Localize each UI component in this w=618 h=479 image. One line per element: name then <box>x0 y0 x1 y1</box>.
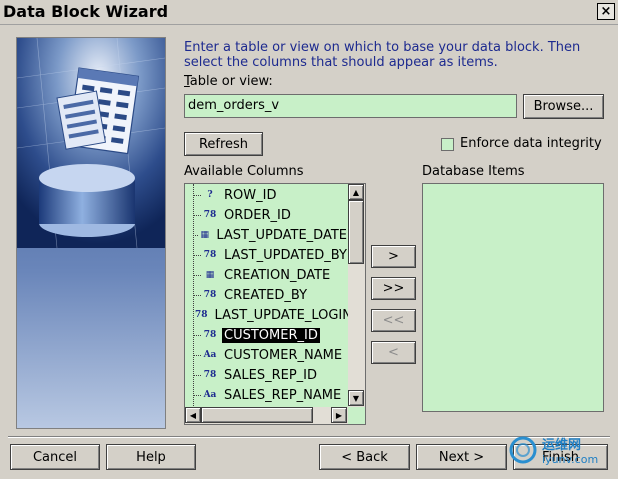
enforce-data-integrity-checkbox[interactable] <box>441 138 454 151</box>
arrow-left-icon: ◀ <box>189 410 197 420</box>
column-item-label: ORDER_ID <box>224 207 291 223</box>
horizontal-scroll-thumb[interactable] <box>201 407 313 423</box>
available-columns-viewport: ? ROW_ID 78 ORDER_ID ▦ LAST_UPDATE_DATE 78 LAST… <box>185 184 348 407</box>
number-type-icon: 78 <box>203 330 217 340</box>
window-title: Data Block Wizard <box>3 2 169 21</box>
vertical-scroll-thumb[interactable] <box>348 200 364 264</box>
arrow-down-icon: ▼ <box>352 393 360 403</box>
number-type-icon: 78 <box>203 370 217 380</box>
date-type-icon: ▦ <box>200 230 210 240</box>
tree-branch <box>193 394 201 396</box>
database-illustration-icon <box>17 38 165 428</box>
column-item[interactable]: 78 LAST_UPDATE_LOGIN <box>193 305 348 325</box>
tree-branch <box>193 234 199 236</box>
column-item-label: SALES_REP_ID <box>224 367 318 383</box>
help-button[interactable]: Help <box>106 444 196 470</box>
tree-branch <box>193 334 201 336</box>
wizard-illustration <box>16 37 166 429</box>
column-item-label: CUSTOMER_ID <box>222 327 320 343</box>
column-item-label: CREATED_BY <box>224 287 308 303</box>
watermark-title: 运维网 <box>542 438 582 453</box>
remove-selected-button[interactable]: < <box>371 341 416 364</box>
table-label-rest: able or view: <box>189 74 273 89</box>
column-item-label: CUSTOMER_NAME <box>224 347 343 363</box>
column-item[interactable]: 78 CREATED_BY <box>193 285 348 305</box>
table-or-view-input[interactable]: dem_orders_v <box>184 94 517 118</box>
tree-branch <box>193 354 201 356</box>
cancel-button[interactable]: Cancel <box>10 444 100 470</box>
column-item[interactable]: ▦ LAST_UPDATE_DATE <box>193 225 348 245</box>
column-item-label: ROW_ID <box>224 187 277 203</box>
column-item-label: SALES_REP_NAME <box>224 387 342 403</box>
tree-branch <box>193 374 201 376</box>
column-item[interactable]: 78 CUSTOMER_ID <box>193 325 348 345</box>
browse-button[interactable]: Browse... <box>523 94 604 119</box>
scroll-left-button[interactable]: ◀ <box>185 407 201 423</box>
text-type-icon: Aa <box>203 350 217 360</box>
number-type-icon: 78 <box>203 290 217 300</box>
number-type-icon: 78 <box>203 250 217 260</box>
scroll-up-button[interactable]: ▲ <box>348 184 364 200</box>
title-bar: Data Block Wizard × <box>0 0 618 25</box>
instruction-text: Enter a table or view on which to base y… <box>184 40 581 70</box>
tree-branch <box>193 214 201 216</box>
vertical-scrollbar[interactable]: ▲ ▼ <box>348 184 365 407</box>
add-all-button[interactable]: >> <box>371 277 416 300</box>
tree-branch <box>193 254 201 256</box>
horizontal-scrollbar[interactable]: ◀ ▶ <box>185 407 348 424</box>
available-columns-list[interactable]: ? ROW_ID 78 ORDER_ID ▦ LAST_UPDATE_DATE 78 LAST… <box>184 183 366 425</box>
database-items-list[interactable] <box>422 183 604 412</box>
arrow-right-icon: ▶ <box>335 410 343 420</box>
column-item[interactable]: Aa CUSTOMER_NAME <box>193 345 348 365</box>
date-type-icon: ▦ <box>205 270 215 280</box>
database-items-label: Database Items <box>422 164 525 179</box>
scroll-right-button[interactable]: ▶ <box>331 407 347 423</box>
close-icon: × <box>600 4 612 19</box>
available-columns-label: Available Columns <box>184 164 304 179</box>
add-selected-button[interactable]: > <box>371 245 416 268</box>
unknown-type-icon: ? <box>207 190 213 200</box>
column-item[interactable]: ▦ CREATION_DATE <box>193 265 348 285</box>
scroll-down-button[interactable]: ▼ <box>348 390 364 406</box>
tree-branch <box>193 274 201 276</box>
column-item-label: LAST_UPDATE_DATE <box>216 227 347 243</box>
remove-all-button[interactable]: << <box>371 309 416 332</box>
column-item[interactable]: ? ROW_ID <box>193 185 348 205</box>
column-item[interactable]: 78 ORDER_ID <box>193 205 348 225</box>
enforce-data-integrity-label: Enforce data integrity <box>460 136 602 151</box>
tree-branch <box>193 194 201 196</box>
column-item-label: CREATION_DATE <box>224 267 331 283</box>
column-item[interactable]: 78 SALES_REP_ID <box>193 365 348 385</box>
site-watermark: 运维网 iyunv.com <box>508 424 618 476</box>
column-item[interactable]: Aa SALES_REP_NAME <box>193 385 348 405</box>
number-type-icon: 78 <box>203 210 217 220</box>
close-button[interactable]: × <box>597 3 615 20</box>
watermark-url: iyunv.com <box>542 453 599 466</box>
watermark-logo-icon <box>509 436 537 464</box>
text-type-icon: Aa <box>203 390 217 400</box>
column-item-label: LAST_UPDATE_LOGIN <box>214 307 348 323</box>
tree-branch <box>193 294 201 296</box>
arrow-up-icon: ▲ <box>352 187 360 197</box>
back-button[interactable]: < Back <box>319 444 410 470</box>
refresh-button[interactable]: Refresh <box>184 132 263 156</box>
number-type-icon: 78 <box>195 310 208 320</box>
next-button[interactable]: Next > <box>416 444 507 470</box>
table-or-view-label: Table or view: <box>184 74 273 89</box>
column-item-label: LAST_UPDATED_BY <box>224 247 347 263</box>
column-item[interactable]: 78 LAST_UPDATED_BY <box>193 245 348 265</box>
